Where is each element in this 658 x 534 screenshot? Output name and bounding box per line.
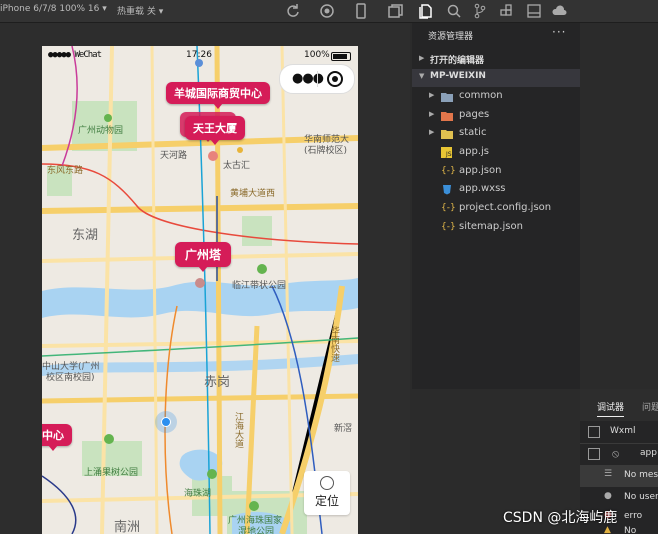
- more-menu-icon[interactable]: ●●●: [292, 71, 324, 86]
- capsule-divider: [317, 71, 318, 87]
- close-target-icon[interactable]: [327, 71, 343, 87]
- tab-issues[interactable]: 问题: [642, 400, 658, 413]
- cloud-icon[interactable]: [551, 2, 569, 20]
- clear-icon[interactable]: ⦸: [612, 447, 619, 461]
- map-label-nanzhou: 南洲: [114, 520, 141, 534]
- folder-icon: [441, 128, 453, 139]
- window-icon[interactable]: [386, 2, 404, 20]
- record-icon[interactable]: [318, 2, 336, 20]
- svg-text:JS: JS: [445, 151, 452, 158]
- json-file-icon: {-}: [441, 203, 456, 213]
- branch-icon[interactable]: [471, 2, 489, 20]
- locate-label: 定位: [314, 494, 339, 508]
- js-file-icon: JS: [441, 147, 453, 158]
- search-icon[interactable]: [445, 2, 463, 20]
- marker-tianwang[interactable]: 天王大厦: [185, 116, 245, 145]
- carrier-label: ●●●●● WeChat: [48, 50, 102, 60]
- watermark: CSDN @北海屿鹿: [503, 510, 618, 526]
- current-location-dot: [155, 411, 177, 433]
- map-label-scnu2: (石牌校区): [304, 146, 348, 156]
- explorer-panel: 资源管理器 ··· ▶ 打开的编辑器 ▼ MP-WEIXIN ▶ common …: [412, 23, 580, 389]
- chevron-right-icon: ▶: [429, 91, 435, 99]
- panel-icon[interactable]: [525, 2, 543, 20]
- hot-reload-toggle[interactable]: 热重载 关 ▾: [117, 4, 163, 17]
- project-section[interactable]: ▼ MP-WEIXIN: [412, 69, 580, 87]
- more-actions-icon[interactable]: ···: [552, 25, 566, 39]
- top-toolbar: iPhone 6/7/8 100% 16 ▾ 热重载 关 ▾: [0, 0, 658, 23]
- css-file-icon: [441, 184, 453, 195]
- map-label-zoo: 广州动物园: [78, 126, 124, 136]
- wxml-row[interactable]: Wxml: [580, 421, 658, 444]
- map-label-taiguhui: 太古汇: [223, 161, 251, 171]
- map-label-shangchong: 上涌果树公园: [84, 468, 139, 478]
- folder-pages[interactable]: ▶ pages: [412, 107, 580, 125]
- json-file-icon: {-}: [441, 222, 456, 232]
- list-icon: ☰: [604, 469, 613, 479]
- console-toolbar: ⦸ app: [580, 443, 658, 466]
- tab-debugger[interactable]: 调试器: [597, 400, 625, 417]
- refresh-icon[interactable]: [284, 2, 302, 20]
- locate-button[interactable]: 定位: [304, 471, 350, 515]
- extensions-icon[interactable]: [498, 2, 516, 20]
- file-project-config[interactable]: {-} project.config.json: [412, 200, 580, 218]
- filter-no-messages[interactable]: ☰ No mes: [580, 465, 658, 487]
- map-label-jianghai: 江海大道: [233, 412, 243, 448]
- sidebar-toggle-icon[interactable]: [588, 448, 600, 460]
- map-label-sysu2: 校区南校园): [46, 373, 95, 383]
- crosshair-icon: [320, 476, 334, 490]
- file-sitemap[interactable]: {-} sitemap.json: [412, 219, 580, 237]
- device-selector[interactable]: iPhone 6/7/8 100% 16 ▾: [0, 4, 107, 14]
- clock-label: 17:26: [186, 50, 212, 60]
- marker-canton-tower[interactable]: 广州塔: [175, 242, 232, 272]
- map-label-wetland2: 湿地公园: [238, 527, 275, 534]
- file-app-js[interactable]: JS app.js: [412, 144, 580, 162]
- user-icon: ●: [604, 491, 612, 501]
- chevron-right-icon: ▶: [429, 110, 435, 118]
- chevron-down-icon: ▼: [419, 72, 425, 80]
- map-label-dongfeng: 东风东路: [47, 166, 84, 176]
- editor-area: [580, 23, 658, 389]
- map-label-chigang: 赤岗: [204, 375, 231, 390]
- map-label-tianhe: 天河路: [160, 151, 188, 161]
- inspect-icon[interactable]: [588, 426, 600, 438]
- file-app-wxss[interactable]: app.wxss: [412, 181, 580, 199]
- map-label-linjiang: 临江带状公园: [232, 281, 287, 291]
- map-label-xinjiao: 新滘: [334, 424, 353, 434]
- phone-status-bar: ●●●●● WeChat 17:26 100%: [42, 46, 358, 64]
- marker-yangcheng[interactable]: 羊城国际商贸中心: [166, 82, 270, 109]
- open-editors-section[interactable]: ▶ 打开的编辑器: [412, 51, 580, 69]
- json-file-icon: {-}: [441, 166, 456, 176]
- file-app-json[interactable]: {-} app.json: [412, 163, 580, 181]
- battery-label: 100%: [304, 50, 330, 60]
- folder-static[interactable]: ▶ static: [412, 125, 580, 143]
- explorer-title: 资源管理器: [428, 32, 474, 42]
- phone-icon[interactable]: [352, 2, 370, 20]
- folder-icon: [441, 91, 453, 102]
- chevron-right-icon: ▶: [429, 128, 435, 136]
- map-label-huanan: 华南快速: [329, 326, 339, 362]
- debug-tabs: 调试器 问题: [580, 389, 658, 421]
- battery-icon: [331, 52, 351, 61]
- files-icon[interactable]: [417, 2, 435, 20]
- marker-zhongxin[interactable]: 中心: [42, 424, 72, 451]
- folder-common[interactable]: ▶ common: [412, 88, 580, 106]
- chevron-right-icon: ▶: [419, 54, 425, 62]
- map-label-donghu: 东湖: [72, 228, 99, 243]
- folder-icon: [441, 110, 453, 121]
- mini-program-capsule: ●●●: [279, 64, 355, 94]
- map-label-haizhu: 海珠湖: [184, 489, 212, 499]
- phone-simulator[interactable]: 广州动物园 天河路 太古汇 华南师范大 (石牌校区) 黄埔大道西 东湖 东风东路…: [42, 46, 358, 534]
- map-label-huangpu: 黄埔大道西: [230, 189, 276, 199]
